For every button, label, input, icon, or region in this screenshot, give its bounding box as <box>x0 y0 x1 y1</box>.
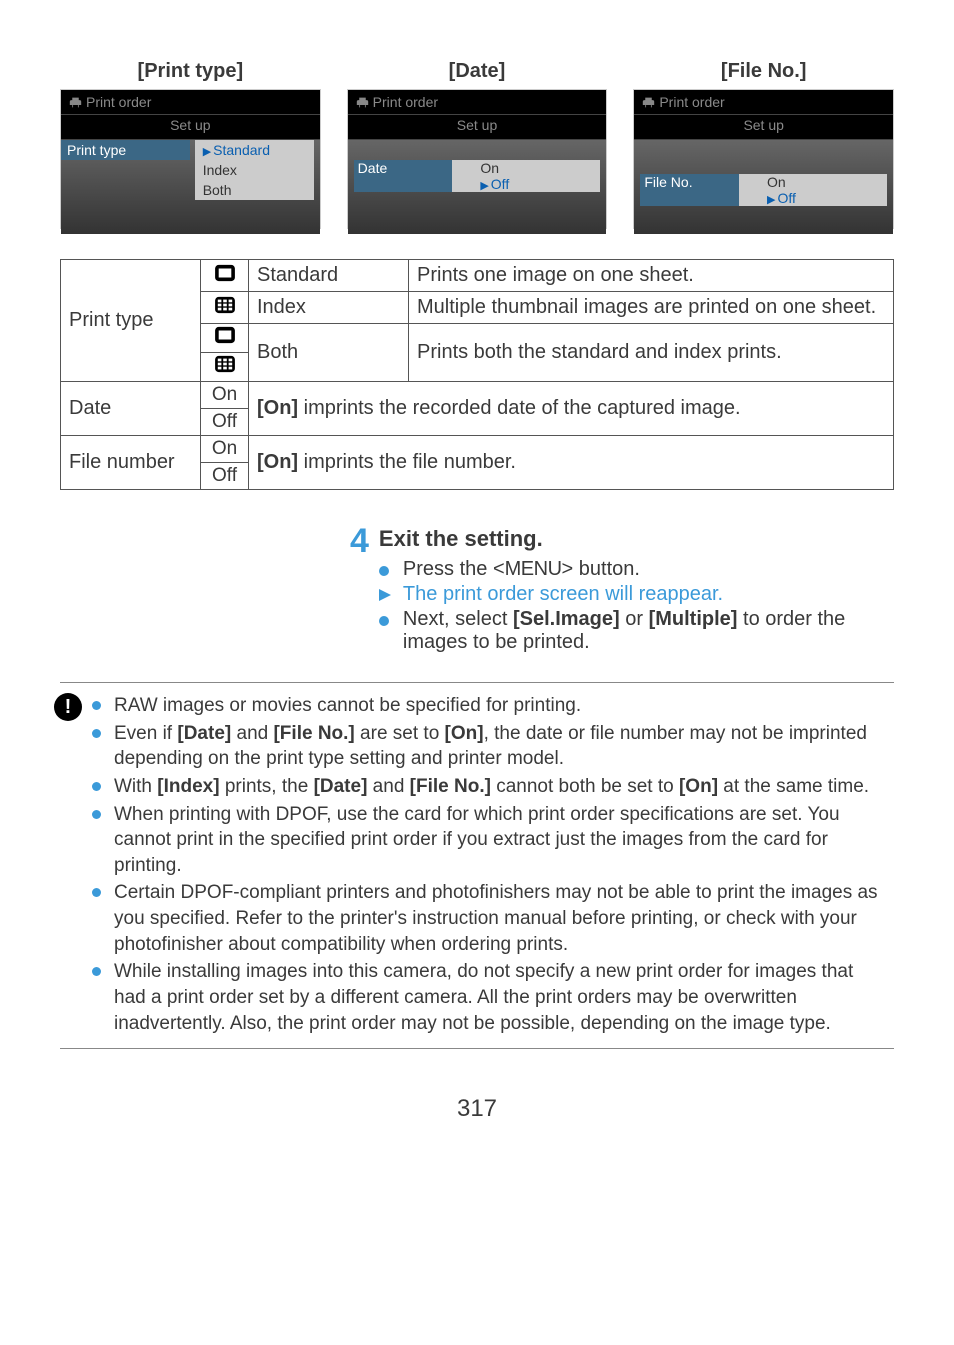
screen-row: [Print type] Print order Set up Print ty… <box>60 60 894 229</box>
standard-icon <box>201 260 249 292</box>
step-item-result: The print order screen will reappear. <box>379 583 894 606</box>
cell-date-on: On <box>201 382 249 409</box>
cell-print-type: Print type <box>61 260 201 382</box>
screen-date: Print order Set up Date On ▶Off <box>347 89 608 229</box>
warn-item: When printing with DPOF, use the card fo… <box>92 802 884 879</box>
warn-item: Even if [Date] and [File No.] are set to… <box>92 721 884 772</box>
step-body: Exit the setting. Press the <MENU> butto… <box>379 524 894 656</box>
opt-off: Off <box>777 190 795 206</box>
opt-on: On <box>767 174 887 190</box>
spec-table: Print type Standard Prints one image on … <box>60 259 894 490</box>
opt-off: Off <box>491 176 509 192</box>
cell-index: Index <box>249 292 409 324</box>
cell-date-off: Off <box>201 409 249 436</box>
screen-subtitle: Set up <box>61 115 320 140</box>
screen-title-text: Print order <box>659 94 724 110</box>
step-4: 4 Exit the setting. Press the <MENU> but… <box>350 524 894 656</box>
print-type-label: Print type <box>61 140 190 160</box>
cell-file-on: On <box>201 436 249 463</box>
cell-date: Date <box>61 382 201 436</box>
step-item-press: Press the <MENU> button. <box>379 558 894 581</box>
warn-item: While installing images into this camera… <box>92 959 884 1036</box>
header-fileno: [File No.] <box>633 60 894 83</box>
warn-item: With [Index] prints, the [Date] and [Fil… <box>92 774 884 800</box>
screen-title-text: Print order <box>86 94 151 110</box>
warn-item: Certain DPOF-compliant printers and phot… <box>92 880 884 957</box>
header-print-type: [Print type] <box>60 60 321 83</box>
screen-fileno: Print order Set up File No. On ▶Off <box>633 89 894 229</box>
cell-file-desc: [On] imprints the file number. <box>249 436 894 490</box>
fileno-options: On ▶Off <box>739 174 887 206</box>
cell-date-desc: [On] imprints the recorded date of the c… <box>249 382 894 436</box>
warning-icon: ! <box>54 693 82 721</box>
printer-icon <box>356 96 369 109</box>
cell-standard-desc: Prints one image on one sheet. <box>409 260 894 292</box>
screen-title: Print order <box>348 90 607 115</box>
date-label: Date <box>354 160 453 192</box>
cell-standard: Standard <box>249 260 409 292</box>
print-type-options: ▶Standard Index Both <box>195 140 314 200</box>
screen-title-text: Print order <box>373 94 438 110</box>
file-label: File No. <box>640 174 739 206</box>
step-list: Press the <MENU> button. The print order… <box>379 558 894 654</box>
cell-filenumber: File number <box>61 436 201 490</box>
page: [Print type] Print order Set up Print ty… <box>0 0 954 1163</box>
cell-file-off: Off <box>201 463 249 490</box>
opt-both: Both <box>195 180 314 200</box>
cell-both-desc: Prints both the standard and index print… <box>409 324 894 382</box>
col-fileno: [File No.] Print order Set up File No. O… <box>633 60 894 229</box>
index-icon <box>201 292 249 324</box>
cell-index-desc: Multiple thumbnail images are printed on… <box>409 292 894 324</box>
screen-body: Date On ▶Off <box>348 140 607 234</box>
opt-standard: Standard <box>213 142 270 158</box>
printer-icon <box>642 96 655 109</box>
step-heading: Exit the setting. <box>379 526 894 552</box>
opt-on: On <box>480 160 600 176</box>
fileno-row: File No. On ▶Off <box>634 170 893 210</box>
date-row: Date On ▶Off <box>348 156 607 196</box>
col-print-type: [Print type] Print order Set up Print ty… <box>60 60 321 229</box>
screen-title: Print order <box>61 90 320 115</box>
warning-box: ! RAW images or movies cannot be specifi… <box>60 682 894 1049</box>
col-date: [Date] Print order Set up Date On ▶Off <box>347 60 608 229</box>
both-icon-1 <box>201 324 249 353</box>
printer-icon <box>69 96 82 109</box>
screen-title: Print order <box>634 90 893 115</box>
screen-subtitle: Set up <box>348 115 607 140</box>
warning-list: RAW images or movies cannot be specified… <box>92 693 884 1038</box>
both-icon-2 <box>201 353 249 382</box>
warn-item: RAW images or movies cannot be specified… <box>92 693 884 719</box>
screen-subtitle: Set up <box>634 115 893 140</box>
header-date: [Date] <box>347 60 608 83</box>
screen-body: File No. On ▶Off <box>634 140 893 234</box>
cell-both: Both <box>249 324 409 382</box>
step-item-next: Next, select [Sel.Image] or [Multiple] t… <box>379 608 894 654</box>
screen-body: Print type ▶Standard Index Both <box>61 140 320 234</box>
page-number: 317 <box>60 1095 894 1123</box>
opt-index: Index <box>195 160 314 180</box>
date-options: On ▶Off <box>452 160 600 192</box>
step-number: 4 <box>350 524 369 656</box>
screen-print-type: Print order Set up Print type ▶Standard … <box>60 89 321 229</box>
